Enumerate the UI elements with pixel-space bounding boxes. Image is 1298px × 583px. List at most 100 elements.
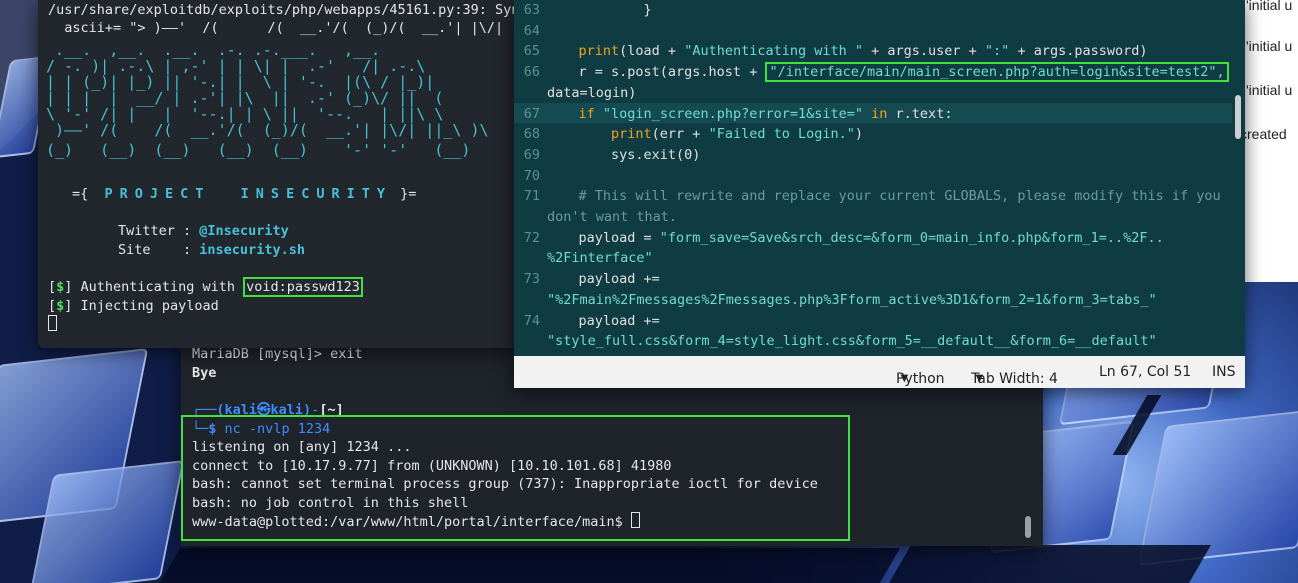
code-token: "form_save=Save&srch_desc=&form_0=main_i…	[659, 229, 1164, 246]
wallpaper-cube	[1137, 407, 1298, 567]
editor-statusbar: Python ▼ Tab Width: 4 ▼ Ln 67, Col 51 IN…	[514, 356, 1245, 388]
line-number: 67	[523, 105, 540, 122]
line-number: 65	[523, 43, 540, 60]
auth-line: [$] Authenticating with void:passwd123	[48, 277, 363, 297]
code-line: }	[546, 1, 652, 20]
cursor	[48, 315, 57, 331]
bracket: [	[48, 279, 57, 295]
code-line: payload +=	[546, 270, 660, 289]
code-token: print	[611, 126, 652, 143]
ascii-art-line: \ '-' /| | | '--.| | \ || '--. | ||\ \	[46, 105, 444, 123]
ascii-art-line: | | | | __/ | .-'| |\ || .-' (_)\/ || (	[46, 89, 444, 107]
code-token: payload =	[546, 229, 660, 246]
project-line: ={ PROJECT INSECURITY }=	[72, 185, 416, 204]
inject-line: [$] Injecting payload	[48, 297, 219, 316]
doc-text-line: 'initial u	[1246, 0, 1293, 13]
code-line: r = s.post(args.host + "/interface/main/…	[546, 62, 1229, 83]
project-title: PROJECT INSECURITY	[104, 186, 392, 202]
line-number: 69	[523, 146, 540, 163]
auth-text: ] Authenticating with	[64, 279, 244, 295]
code-line: print(err + "Failed to Login.")	[546, 125, 863, 144]
site-label: Site :	[118, 242, 192, 258]
cursor-line[interactable]	[48, 315, 57, 335]
code-token: "Authenticating with "	[684, 43, 863, 60]
wallpaper-shadow	[889, 545, 1211, 583]
code-token: "style_full.css&form_4=style_light.css&f…	[547, 333, 1157, 350]
bye-line: Bye	[192, 365, 217, 381]
code-line: payload = "form_save=Save&srch_desc=&for…	[546, 229, 1164, 248]
code-token: }	[546, 2, 652, 18]
ascii-art-line: / -. )| .-.\ | ,-' | | \| | .-' /| .-.\	[46, 57, 426, 75]
ascii-art-line: .__. ,__. .__. .-. .-.___. ,__.	[46, 41, 399, 59]
code-token: + args.password)	[1009, 43, 1148, 60]
code-line: %2Finterface"	[547, 249, 653, 268]
code-token: r.text:	[887, 105, 953, 122]
code-token: payload +=	[546, 271, 660, 288]
code-line: payload +=	[546, 312, 660, 331]
doc-text-line: created	[1244, 126, 1287, 142]
chevron-down-icon: ▼	[900, 373, 909, 384]
cursor-position[interactable]: Ln 67, Col 51	[1099, 363, 1191, 382]
chevron-down-icon: ▼	[975, 373, 984, 384]
twitter-handle: @Insecurity	[199, 223, 289, 239]
code-token: don't want that.	[547, 209, 678, 225]
tab-width-selector[interactable]: Tab Width: 4 ▼	[971, 363, 1058, 387]
credentials: void:passwd123	[243, 277, 363, 297]
code-token: r = s.post(args.host +	[546, 64, 766, 81]
line-number: 72	[523, 229, 540, 246]
code-line: don't want that.	[547, 208, 677, 227]
ascii-art-line: | | (_)| |_) || '-.| | \ | '-. |(\ / |_)…	[46, 73, 435, 91]
code-token: if	[578, 105, 595, 122]
code-token: %2Finterface"	[547, 250, 653, 267]
wallpaper-shadow	[159, 548, 901, 583]
project-suffix: }=	[400, 186, 417, 202]
bracket: [	[48, 298, 57, 314]
code-editor-window[interactable]: 63 } 64 65 print (load + "Authenticating wi…	[514, 0, 1245, 388]
line-number: 71	[523, 188, 540, 205]
code-token: )	[854, 126, 864, 143]
code-token: + args.user +	[863, 43, 985, 60]
code-token: "login_screen.php?error=1&site="	[602, 105, 864, 122]
code-line: if "login_screen.php?error=1&site=" in r…	[546, 105, 953, 124]
code-token: payload +=	[546, 312, 660, 329]
code-token: "%2Fmain%2Fmessages%2Fmessages.php%3Ffor…	[547, 291, 1157, 308]
code-token: in	[871, 105, 888, 122]
tab-width-label: Tab Width: 4	[971, 371, 1058, 387]
code-token: (load +	[619, 43, 685, 60]
twitter-line: Twitter : @Insecurity	[118, 222, 289, 241]
code-token: data=login)	[547, 84, 637, 101]
twitter-label: Twitter :	[118, 223, 192, 239]
scrollbar-thumb[interactable]	[1025, 516, 1031, 538]
project-prefix: ={	[72, 186, 89, 202]
ascii-line: ascii+= "> )——' /( /( __.'/( (_)/( __.'|…	[48, 20, 536, 36]
code-token: "Failed to Login."	[708, 126, 855, 143]
code-line: sys.exit(0)	[546, 146, 700, 165]
line-number: 64	[523, 22, 540, 39]
wallpaper-cube	[29, 460, 185, 583]
code-token: sys.exit(0)	[546, 146, 701, 163]
insert-mode[interactable]: INS	[1212, 363, 1236, 382]
code-token: ":"	[984, 43, 1010, 60]
line-number: 73	[523, 271, 540, 288]
doc-text-line: 'initial u	[1246, 82, 1293, 98]
code-token: (err +	[651, 126, 709, 143]
ascii-art-line: (_) (__) (__) (__) (__) '-' '-' (__)	[46, 141, 471, 159]
line-number: 74	[523, 312, 540, 329]
inject-text: ] Injecting payload	[64, 298, 219, 314]
site-url: insecurity.sh	[199, 242, 305, 258]
document-window[interactable]: 'initial u 'initial u 'initial u created…	[1244, 0, 1298, 282]
editor-scrollbar-thumb[interactable]	[1235, 95, 1241, 139]
line-number: 63	[523, 2, 540, 18]
terminal-window-exploit[interactable]: /usr/share/exploitdb/exploits/php/webapp…	[38, 0, 536, 348]
line-number: 70	[523, 167, 540, 184]
code-line: "%2Fmain%2Fmessages%2Fmessages.php%3Ffor…	[547, 291, 1157, 310]
highlighted-url: "/interface/main/main_screen.php?auth=lo…	[765, 62, 1229, 83]
line-number: 68	[523, 126, 540, 143]
code-token: # This will rewrite and replace your cur…	[546, 188, 1221, 205]
path-line: /usr/share/exploitdb/exploits/php/webapp…	[48, 2, 528, 18]
language-selector[interactable]: Python ▼	[896, 363, 945, 387]
